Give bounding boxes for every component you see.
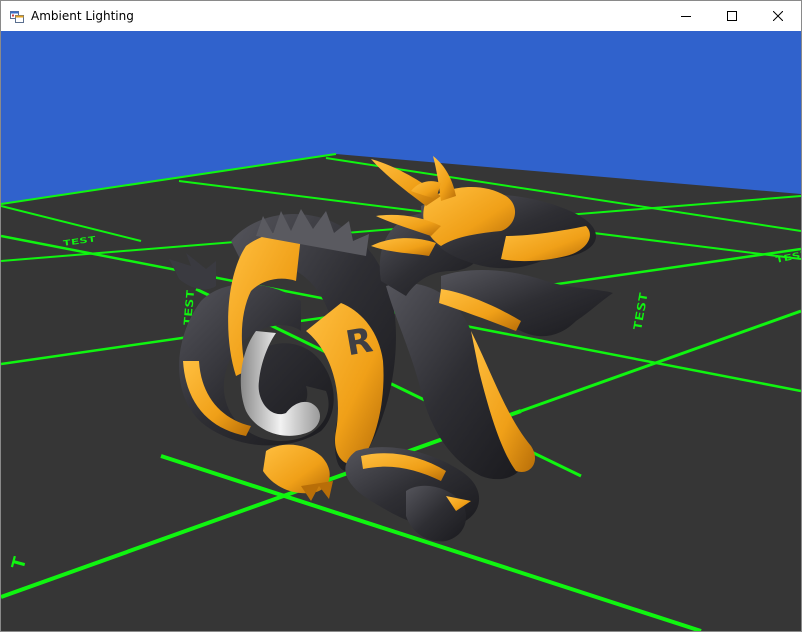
render-viewport[interactable]: TEST TEST TEST TEST T R bbox=[1, 31, 801, 631]
3d-scene: TEST TEST TEST TEST T R bbox=[1, 31, 801, 631]
app-window: Ambient Lighting TEST TEST TEST TEST T R bbox=[0, 0, 802, 632]
close-button[interactable] bbox=[755, 1, 801, 31]
title-bar[interactable]: Ambient Lighting bbox=[1, 1, 801, 31]
minimize-button[interactable] bbox=[663, 1, 709, 31]
window-title: Ambient Lighting bbox=[31, 9, 134, 23]
close-icon bbox=[773, 11, 783, 21]
minimize-icon bbox=[681, 16, 691, 17]
app-window-icon bbox=[10, 11, 24, 23]
maximize-icon bbox=[727, 11, 737, 21]
maximize-button[interactable] bbox=[709, 1, 755, 31]
